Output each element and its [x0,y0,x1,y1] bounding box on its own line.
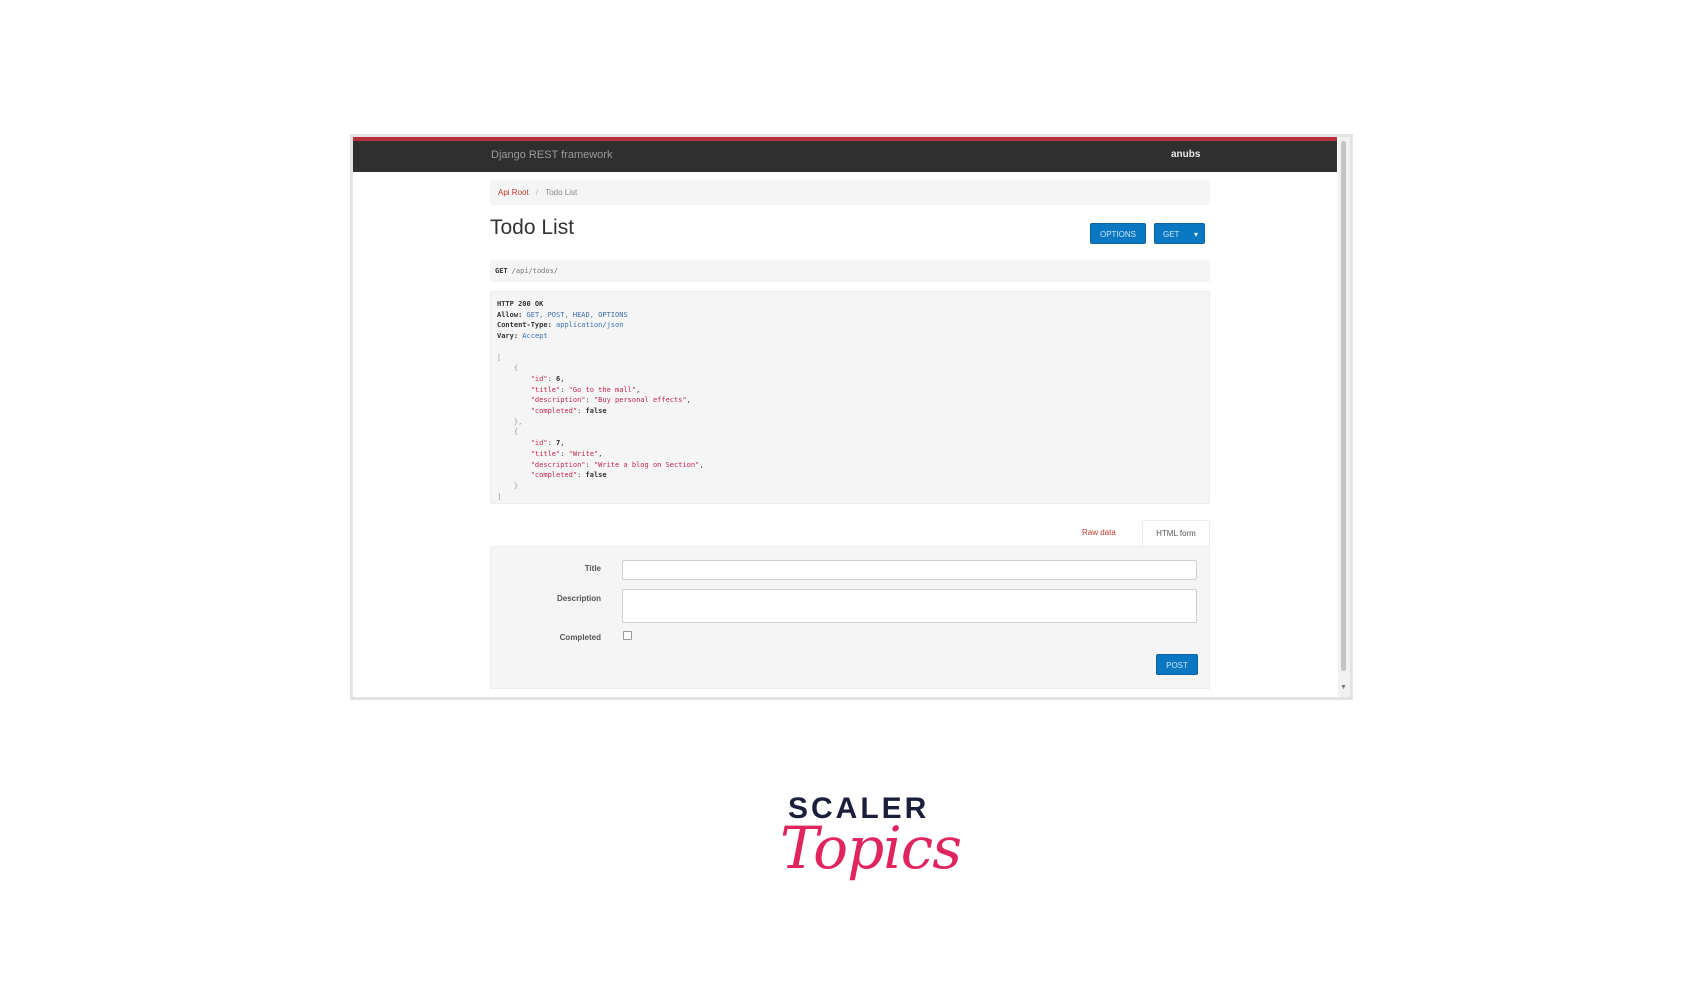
json-value: 6 [556,374,561,383]
navbar-user[interactable]: anubs [1171,149,1200,160]
tab-raw-data[interactable]: Raw data [1082,528,1116,537]
json-value: false [585,407,607,416]
header-key: Vary: [497,332,519,341]
scaler-topics-logo: SCALER Topics [780,792,962,922]
tab-html-form[interactable]: HTML form [1142,520,1210,546]
scrollbar-thumb[interactable] [1341,141,1346,671]
json-value: "Go to the mall" [568,385,637,394]
breadcrumb-current: Todo List [545,188,578,197]
scroll-down-icon[interactable]: ▼ [1340,684,1347,691]
form-tabs: Raw data HTML form [490,520,1210,546]
navbar: Django REST framework anubs [353,137,1337,172]
json-value: "Write a blog on Section" [593,460,700,469]
json-value: false [585,471,607,480]
completed-checkbox[interactable] [623,631,632,640]
title-label: Title [584,564,601,573]
header-key: Content-Type: [497,321,552,330]
completed-label: Completed [559,633,601,642]
browser-screenshot: Django REST framework anubs ▼ Api Root /… [350,134,1353,700]
logo-topics-text: Topics [780,814,962,882]
chevron-down-icon[interactable]: ▾ [1194,224,1198,245]
header-key: Allow: [497,310,523,319]
breadcrumb-root-link[interactable]: Api Root [498,188,529,197]
options-button[interactable]: OPTIONS [1090,223,1146,244]
header-value: GET, POST, HEAD, OPTIONS [526,310,628,319]
navbar-brand[interactable]: Django REST framework [491,149,612,161]
description-label: Description [556,594,601,603]
response-status: HTTP 200 OK [497,300,544,308]
get-button[interactable]: GET ▾ [1154,223,1205,244]
request-method: GET [495,267,508,275]
title-input[interactable] [622,560,1197,580]
post-form: Title Description Completed POST [490,546,1210,689]
breadcrumb-separator: / [535,188,539,197]
header-value: application/json [556,321,624,330]
response-body: HTTP 200 OK Allow: GET, POST, HEAD, OPTI… [490,291,1210,504]
page-title: Todo List [490,216,575,239]
post-button[interactable]: POST [1156,654,1198,675]
breadcrumb: Api Root / Todo List [490,180,1210,205]
get-button-label: GET [1163,230,1180,239]
scrollbar[interactable]: ▼ [1338,137,1350,697]
request-line: GET/api/todos/ [490,260,1210,282]
json-value: 7 [556,439,561,448]
json-value: "Write" [568,449,599,458]
json-value: "Buy personal effects" [593,396,687,405]
description-textarea[interactable] [622,589,1197,623]
header-value: Accept [522,332,548,341]
request-path: /api/todos/ [511,267,559,275]
